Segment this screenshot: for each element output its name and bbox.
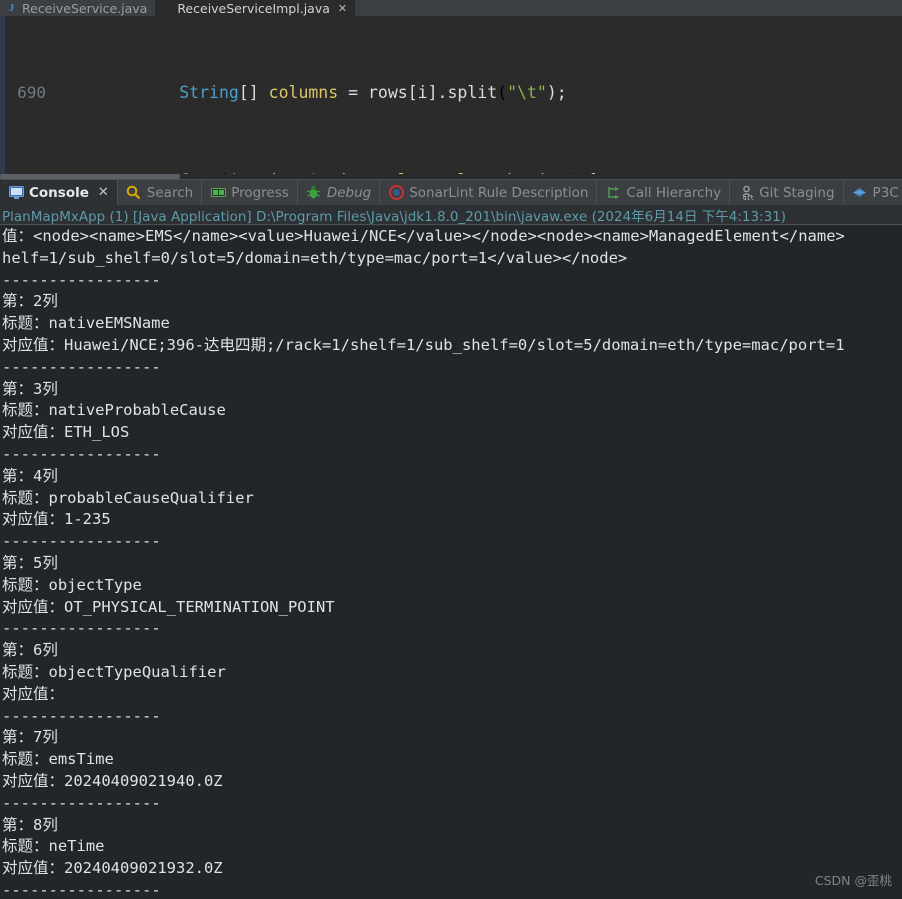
console-output-line: 第：5列 [2, 553, 58, 572]
warning-file-icon [161, 2, 172, 16]
console-output-line: ----------------- [2, 880, 161, 899]
console-output-line: 标题：neTime [2, 837, 105, 856]
console-output-line: 对应值：20240409021932.0Z [2, 859, 223, 878]
console-output-line: 第：6列 [2, 641, 58, 660]
token-type: String [179, 83, 239, 102]
call-hierarchy-icon [605, 185, 621, 201]
code-editor[interactable]: 690 String[] columns = rows[i].split("\t… [0, 16, 902, 179]
tab-label: Debug [326, 184, 372, 201]
console-output-line: ----------------- [2, 706, 161, 725]
console-output-line: 第：2列 [2, 292, 58, 311]
close-icon[interactable]: ✕ [338, 2, 347, 15]
progress-icon [210, 185, 226, 201]
token-brackets: [] [238, 83, 259, 102]
console-output-line: 第：8列 [2, 815, 58, 834]
console-output-line: 标题：nativeProbableCause [2, 401, 226, 420]
tab-label: SonarLint Rule Description [409, 184, 589, 201]
token-string: "\t" [507, 83, 547, 102]
token-var: columns [268, 83, 339, 102]
token-method: split [447, 83, 498, 102]
editor-tab-strip: J ReceiveService.java ReceiveServiceImpl… [0, 0, 902, 16]
console-output-line: 标题：objectTypeQualifier [2, 662, 226, 681]
tab-git-staging[interactable]: git Git Staging [730, 180, 844, 205]
editor-tab-receiveservice[interactable]: J ReceiveService.java [0, 0, 155, 16]
code-line: 690 String[] columns = rows[i].split("\t… [0, 82, 902, 104]
tab-sonarlint-rule-description[interactable]: SonarLint Rule Description [380, 180, 598, 205]
console-output-line: ----------------- [2, 357, 161, 376]
console-output-line: 标题：nativeEMSName [2, 314, 170, 333]
console-output-line: ----------------- [2, 444, 161, 463]
search-icon [126, 185, 142, 201]
console-output-line: 第：7列 [2, 728, 58, 747]
run-configuration-header[interactable]: PlanMapMxApp (1) [Java Application] D:\P… [0, 205, 902, 225]
tab-call-hierarchy[interactable]: Call Hierarchy [597, 180, 731, 205]
console-output-line: ----------------- [2, 532, 161, 551]
run-header-text: PlanMapMxApp (1) [Java Application] D:\P… [2, 208, 787, 225]
line-number: 690 [17, 83, 46, 102]
tab-p3c-results[interactable]: P3C Results [844, 180, 902, 205]
tab-label: Search [146, 184, 194, 201]
tab-label: P3C Results [872, 184, 902, 201]
token-rows: rows[i] [368, 83, 438, 102]
console-tab-bar: Console ✕ Search Progress Debug SonarLin… [0, 179, 902, 205]
editor-tab-label: ReceiveService.java [22, 0, 148, 16]
tab-label: Git Staging [759, 184, 835, 201]
debug-bug-icon [306, 185, 322, 201]
code-lines: 690 String[] columns = rows[i].split("\t… [0, 16, 902, 179]
svg-text:git: git [743, 195, 754, 201]
ide-window: J ReceiveService.java ReceiveServiceImpl… [0, 0, 902, 899]
tab-search[interactable]: Search [118, 180, 203, 205]
token-assign: = [348, 83, 359, 102]
close-icon[interactable]: ✕ [98, 185, 109, 200]
console-output-line: ----------------- [2, 619, 161, 638]
console-icon [8, 185, 24, 201]
console-output-line: 对应值：ETH_LOS [2, 423, 130, 442]
token-dot: . [437, 83, 448, 102]
console-output[interactable]: 值：<node><name>EMS</name><value>Huawei/NC… [0, 226, 902, 899]
token-semi: ); [546, 83, 567, 102]
tab-label: Call Hierarchy [626, 184, 722, 201]
console-output-line: 第：4列 [2, 466, 58, 485]
console-output-line: ----------------- [2, 793, 161, 812]
console-output-line: 对应值：20240409021940.0Z [2, 771, 223, 790]
code-text: String[] columns = rows[i].split("\t"); [179, 83, 567, 102]
console-output-line: ----------------- [2, 270, 161, 289]
editor-tab-receiveserviceimpl[interactable]: ReceiveServiceImpl.java ✕ [155, 0, 356, 16]
tab-console[interactable]: Console ✕ [0, 180, 118, 205]
console-output-line: 标题：probableCauseQualifier [2, 488, 254, 507]
tab-debug[interactable]: Debug [298, 180, 381, 205]
console-output-line: helf=1/sub_shelf=0/slot=5/domain=eth/typ… [2, 248, 628, 267]
console-output-line: 对应值： [2, 684, 65, 703]
console-output-line: 对应值：1-235 [2, 510, 111, 529]
java-file-icon: J [8, 1, 15, 14]
console-output-line: 对应值：OT_PHYSICAL_TERMINATION_POINT [2, 597, 335, 616]
tab-label: Progress [231, 184, 289, 201]
console-output-line: 对应值：Huawei/NCE;396-达电四期;/rack=1/shelf=1/… [2, 335, 845, 354]
console-output-line: 标题：emsTime [2, 750, 114, 769]
editor-tab-label: ReceiveServiceImpl.java [177, 0, 330, 16]
git-staging-icon: git [738, 185, 754, 201]
console-output-line: 值：<node><name>EMS</name><value>Huawei/NC… [2, 227, 845, 245]
console-output-line: 第：3列 [2, 379, 58, 398]
tab-label: Console [29, 184, 89, 201]
sonarlint-icon [388, 185, 404, 201]
tab-progress[interactable]: Progress [202, 180, 298, 205]
p3c-icon [852, 185, 868, 201]
console-output-line: 标题：objectType [2, 575, 142, 594]
